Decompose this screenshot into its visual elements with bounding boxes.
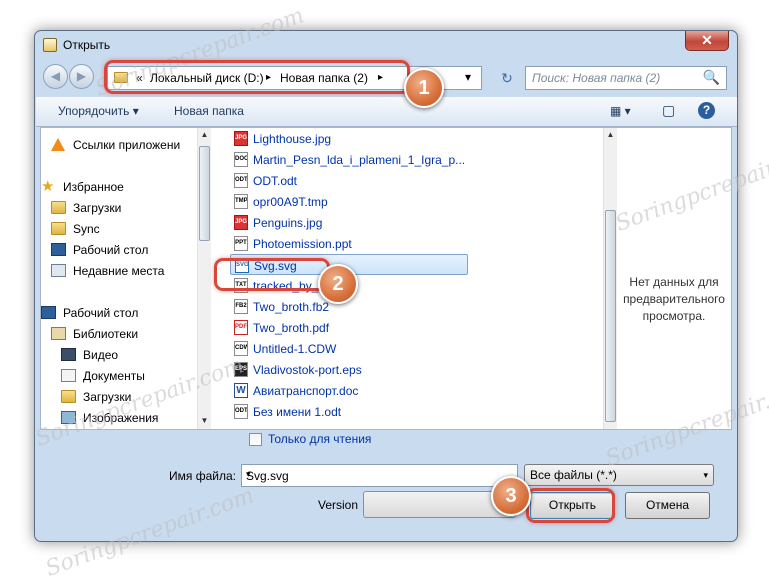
- nav-item-label: Рабочий стол: [73, 243, 149, 257]
- back-button[interactable]: ◀: [43, 64, 68, 89]
- nav-scroll-thumb[interactable]: [199, 146, 210, 241]
- dialog-app-icon: [43, 38, 57, 52]
- nav-item-label: Библиотеки: [73, 327, 139, 341]
- file-type-value: Все файлы (*.*): [530, 468, 617, 482]
- file-name: Vladivostok-port.eps: [253, 363, 362, 377]
- new-folder-button[interactable]: Новая папка: [174, 104, 244, 118]
- forward-button[interactable]: ▶: [69, 64, 94, 89]
- step-badge-3: 3: [491, 476, 531, 516]
- checkbox-box[interactable]: [249, 433, 262, 446]
- title-bar: Открыть ✕: [35, 31, 737, 59]
- jpg-file-icon: JPG: [234, 215, 248, 230]
- ppt-file-icon: PPT: [234, 236, 248, 251]
- file-item[interactable]: JPG Lighthouse.jpg: [230, 128, 470, 149]
- nav-item-label: Избранное: [63, 180, 124, 194]
- nav-item-label: Ссылки приложени: [73, 138, 181, 152]
- nav-item-label: Загрузки: [73, 201, 122, 215]
- libraries-icon: [51, 327, 66, 340]
- filename-input[interactable]: Svg.svg ▾: [241, 464, 518, 487]
- file-name: Martin_Pesn_lda_i_plameni_1_Igra_p...: [253, 153, 466, 167]
- file-item[interactable]: JPG Penguins.jpg: [230, 212, 470, 233]
- word-file-icon: W: [234, 383, 248, 398]
- nav-item-label: Недавние места: [73, 264, 165, 278]
- open-file-dialog: Открыть ✕ ◀ ▶ « Локальный диск (D:) ▸ Но…: [34, 30, 738, 542]
- file-name: Авиатранспорт.doc: [253, 384, 359, 398]
- scroll-up-icon[interactable]: ▲: [604, 130, 617, 139]
- refresh-button[interactable]: ↻: [495, 67, 519, 89]
- file-item[interactable]: DOC Martin_Pesn_lda_i_plameni_1_Igra_p..…: [230, 149, 470, 170]
- file-list-scrollbar[interactable]: ▲: [603, 128, 617, 429]
- file-name: Untitled-1.CDW: [253, 342, 337, 356]
- file-item[interactable]: ODT ODT.odt: [230, 170, 470, 191]
- forward-arrow-icon: ▶: [76, 69, 87, 83]
- file-name: Без имени 1.odt: [253, 405, 342, 419]
- downloads-folder-icon: [51, 201, 66, 214]
- filename-label: Имя файла:: [169, 469, 236, 483]
- file-name: Two_broth.pdf: [253, 321, 330, 335]
- step-badge-1: 1: [404, 68, 444, 108]
- change-view-icon[interactable]: ▦ ▾: [610, 104, 631, 118]
- file-item[interactable]: CDW Untitled-1.CDW: [230, 338, 470, 359]
- odt-file-icon: ODT: [234, 404, 248, 419]
- file-item[interactable]: ODT Без имени 1.odt: [230, 401, 470, 422]
- highlight-open-button: [526, 488, 615, 523]
- file-item[interactable]: W Авиатранспорт.doc: [230, 380, 470, 401]
- highlight-selected-file: [214, 258, 330, 291]
- jpg-file-icon: JPG: [234, 131, 248, 146]
- file-name: Photoemission.ppt: [253, 237, 352, 251]
- nav-item-label: Sync: [73, 222, 100, 236]
- file-item[interactable]: PDF Two_broth.pdf: [230, 317, 470, 338]
- file-item[interactable]: TMP opr00A9T.tmp: [230, 191, 470, 212]
- command-toolbar: Упорядочить ▾ Новая папка ▦ ▾ ▢ ?: [36, 97, 737, 127]
- filename-dropdown-icon[interactable]: ▾: [246, 469, 514, 480]
- file-name: opr00A9T.tmp: [253, 195, 328, 209]
- star-icon: ★: [41, 178, 55, 195]
- nav-item-label: Видео: [83, 348, 119, 362]
- file-scroll-thumb[interactable]: [605, 210, 616, 422]
- downloads-folder-icon: [61, 390, 76, 403]
- documents-icon: [61, 369, 76, 382]
- video-icon: [61, 348, 76, 361]
- back-arrow-icon: ◀: [50, 69, 61, 83]
- nav-item-label: Документы: [83, 369, 145, 383]
- close-button[interactable]: ✕: [685, 31, 729, 51]
- folder-icon: [51, 222, 66, 235]
- chevron-down-icon: ▾: [703, 470, 708, 480]
- file-name: Lighthouse.jpg: [253, 132, 332, 146]
- refresh-icon: ↻: [501, 70, 513, 86]
- file-name: Penguins.jpg: [253, 216, 323, 230]
- tmp-file-icon: TMP: [234, 194, 248, 209]
- recent-places-icon: [51, 264, 66, 277]
- search-placeholder: Поиск: Новая папка (2): [532, 71, 661, 85]
- desktop-icon: [51, 243, 66, 256]
- readonly-label[interactable]: Только для чтения: [268, 432, 371, 446]
- scroll-up-icon[interactable]: ▲: [198, 130, 211, 139]
- scroll-down-icon[interactable]: ▼: [198, 416, 211, 425]
- version-label: Version: [318, 498, 359, 512]
- file-item[interactable]: EPS Vladivostok-port.eps: [230, 359, 470, 380]
- fb2-file-icon: FB2: [234, 299, 248, 314]
- help-icon[interactable]: ?: [698, 102, 715, 119]
- document-file-icon: DOC: [234, 152, 248, 167]
- cancel-button[interactable]: Отмена: [625, 492, 710, 519]
- vlc-icon: [51, 138, 65, 151]
- desktop-icon: [41, 306, 56, 319]
- organize-button[interactable]: Упорядочить ▾: [58, 104, 139, 118]
- odt-file-icon: ODT: [234, 173, 248, 188]
- file-name: ODT.odt: [253, 174, 298, 188]
- dialog-title: Открыть: [63, 38, 111, 52]
- preview-pane: Нет данных для предварительного просмотр…: [617, 128, 731, 429]
- preview-pane-icon[interactable]: ▢: [662, 102, 675, 119]
- browser-content: Ссылки приложени ★ Избранное Загрузки Sy…: [40, 127, 732, 430]
- nav-item-label: Рабочий стол: [63, 306, 139, 320]
- file-name: Two_broth.fb2: [253, 300, 330, 314]
- highlight-address-bar: [104, 60, 410, 94]
- address-dropdown-icon[interactable]: ▾: [465, 70, 471, 84]
- search-input[interactable]: Поиск: Новая папка (2) 🔍: [525, 66, 727, 90]
- step-badge-2: 2: [318, 264, 358, 304]
- search-icon[interactable]: 🔍: [703, 69, 720, 86]
- preview-message: Нет данных для предварительного просмотр…: [623, 275, 725, 323]
- file-item[interactable]: PPT Photoemission.ppt: [230, 233, 470, 254]
- pdf-file-icon: PDF: [234, 320, 248, 335]
